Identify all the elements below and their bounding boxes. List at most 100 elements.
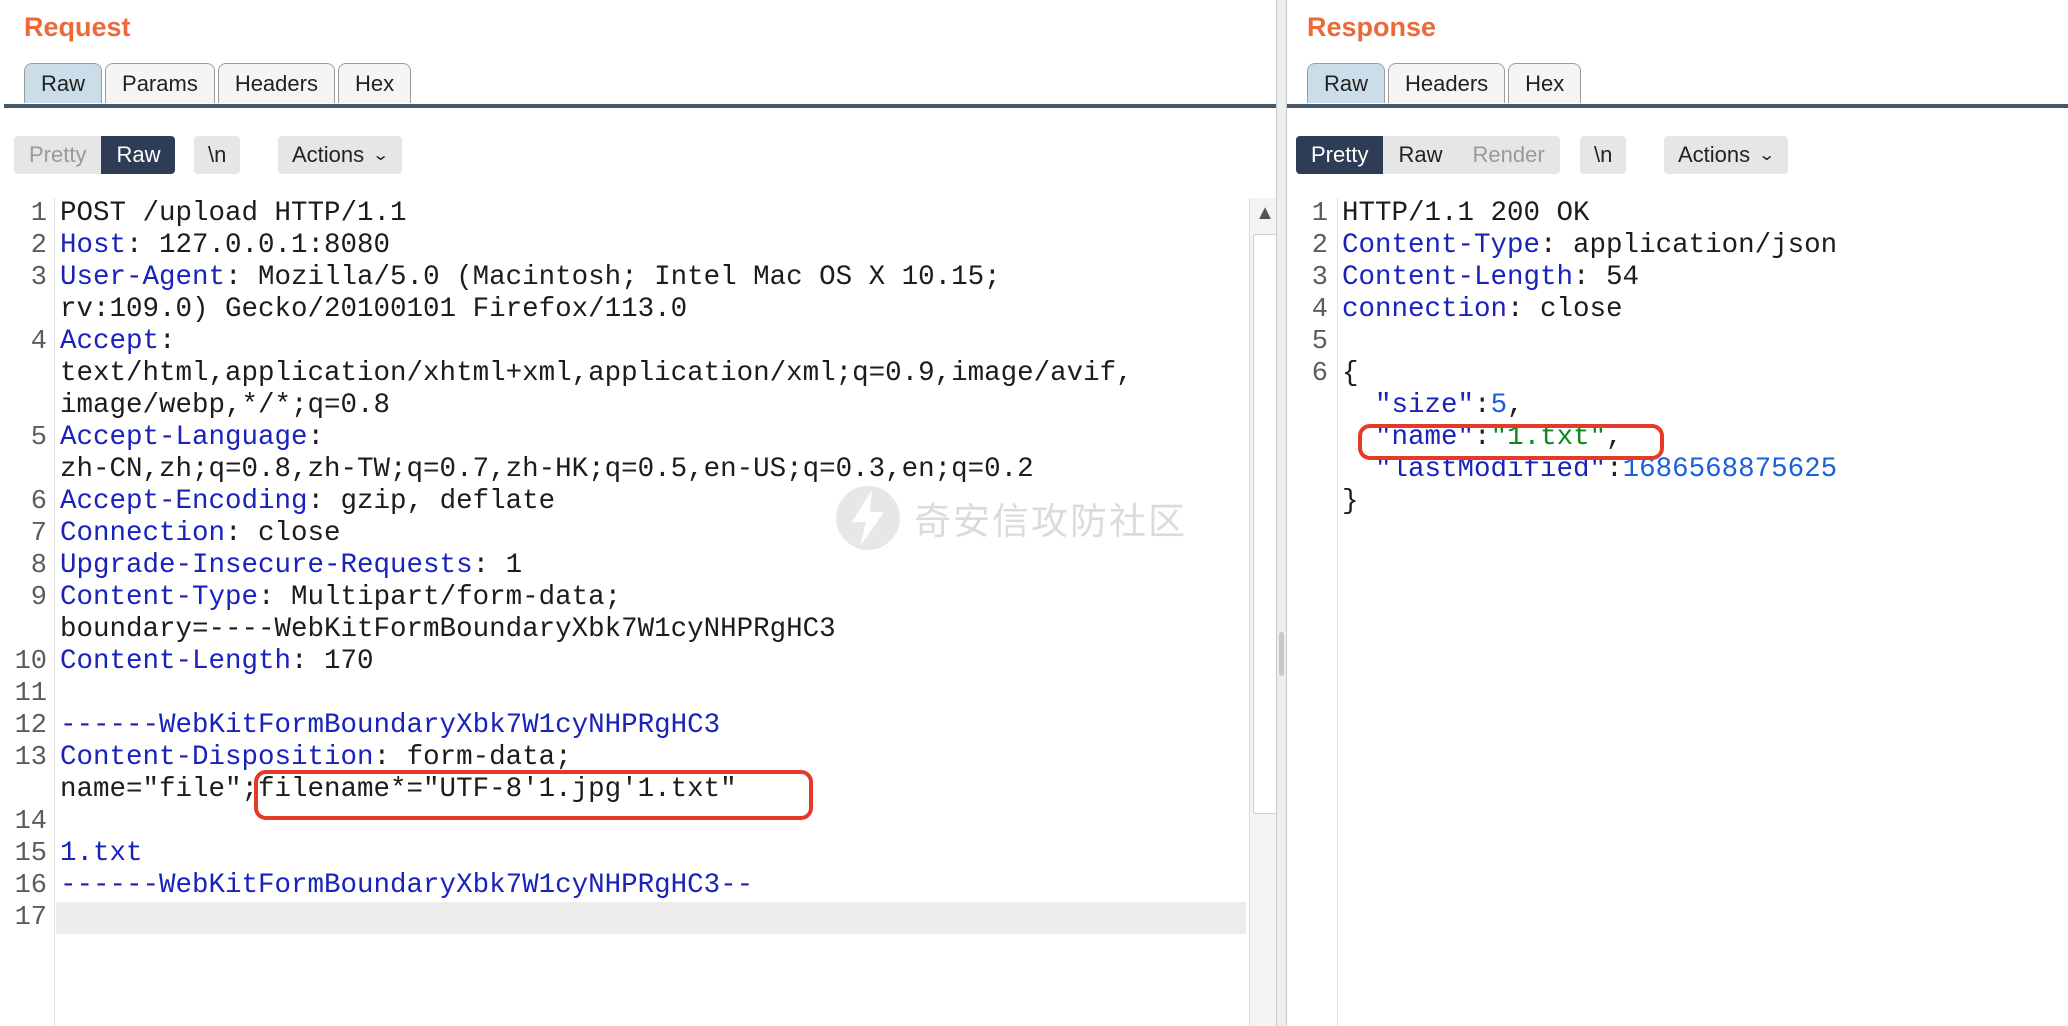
request-tab-underline [4,104,1280,108]
request-line-number: 11 [14,679,47,709]
response-line [1342,326,1837,358]
response-body-text: HTTP/1.1 200 OK Content-Type: application… [1342,198,1837,518]
request-tab-params[interactable]: Params [105,63,215,103]
request-token: User-Agent [60,262,226,293]
request-line [60,902,1133,934]
request-line-number: 5 [30,423,47,453]
request-line-number: 7 [30,519,47,549]
request-token: : 127.0.0.1:8080 [126,230,391,261]
response-token: 5 [1490,390,1508,421]
request-line: Accept-Language: [60,422,1133,454]
request-token: : Multipart/form-data; [258,582,622,613]
request-token: : close [225,518,341,549]
response-line: { [1342,358,1837,390]
request-editor[interactable]: 1 2 3 4 5 6 7 8 9 10 11 12 13 14 15 16 17 POST /upload H… [0,198,1280,1026]
response-pane: Response Raw Headers Hex Pretty Raw Rend… [1287,0,2068,1026]
response-tabs: Raw Headers Hex [1307,63,1582,103]
response-token: : [1474,390,1491,421]
response-toolbar: Pretty Raw Render \n Actions ⌄ [1287,132,2068,180]
request-line: text/html,application/xhtml+xml,applicat… [60,358,1133,390]
request-newline-toggle[interactable]: \n [194,136,241,174]
response-name-highlight-box [1358,424,1664,460]
response-line-number: 1 [1311,199,1328,229]
response-tab-underline [1287,104,2068,108]
response-line: Content-Length: 54 [1342,262,1837,294]
request-token: Accept [60,326,160,357]
request-line-number: 17 [14,903,47,933]
response-line: "size":5, [1342,390,1837,422]
request-token: text/html,application/xhtml+xml,applicat… [60,358,1133,389]
request-token: Accept-Language [60,422,308,453]
request-line: rv:109.0) Gecko/20100101 Firefox/113.0 [60,294,1133,326]
request-actions-button[interactable]: Actions ⌄ [278,136,402,174]
request-line-number: 3 [30,263,47,293]
request-token: : Mozilla/5.0 (Macintosh; Intel Mac OS X… [225,262,1001,293]
request-token: : gzip, deflate [307,486,556,517]
request-line-number: 1 [30,199,47,229]
request-line [60,678,1133,710]
response-newline-toggle[interactable]: \n [1580,136,1627,174]
response-raw-button[interactable]: Raw [1383,136,1458,174]
response-actions-label: Actions [1678,142,1751,167]
request-tab-raw[interactable]: Raw [24,63,103,103]
request-filename-highlight-box [254,770,813,820]
response-token: Content-Type [1342,230,1541,261]
request-token: boundary=----WebKitFormBoundaryXbk7W1cyN… [60,614,836,645]
response-line: connection: close [1342,294,1837,326]
request-token: Upgrade-Insecure-Requests [60,550,473,581]
request-tab-headers[interactable]: Headers [217,63,335,103]
request-token: : 170 [291,646,374,677]
request-token: : [159,326,176,357]
request-token: Content-Length [60,646,292,677]
response-actions-button[interactable]: Actions ⌄ [1664,136,1788,174]
request-line-number: 15 [14,839,47,869]
request-body-text: POST /upload HTTP/1.1 Host: 127.0.0.1:808… [60,198,1133,934]
request-line-number: 12 [14,711,47,741]
watermark-text: 奇安信攻防社区 [914,500,1187,543]
request-pretty-button[interactable]: Pretty [14,136,102,174]
request-line: boundary=----WebKitFormBoundaryXbk7W1cyN… [60,614,1133,646]
splitter-grip-handle[interactable] [1279,632,1284,676]
request-token: Content-Type [60,582,259,613]
response-title: Response [1307,12,1437,42]
response-token [1342,390,1375,421]
response-tab-raw[interactable]: Raw [1307,63,1386,103]
response-token: : 54 [1573,262,1640,293]
request-line: Content-Type: Multipart/form-data; [60,582,1133,614]
response-tab-headers[interactable]: Headers [1388,63,1506,103]
response-token: "size" [1375,390,1475,421]
request-view-toggle: Pretty Raw [14,136,176,174]
response-token: HTTP/1.1 200 OK [1342,198,1590,229]
request-token: rv:109.0) Gecko/20100101 Firefox/113.0 [60,294,688,325]
response-token: , [1507,390,1524,421]
request-title: Request [24,12,131,42]
request-token: ------WebKitFormBoundaryXbk7W1cyNHPRgHC3 [60,710,721,741]
response-line: } [1342,486,1837,518]
request-line: ------WebKitFormBoundaryXbk7W1cyNHPRgHC3… [60,870,1133,902]
request-scrollbar-thumb[interactable] [1253,234,1277,814]
request-line: ------WebKitFormBoundaryXbk7W1cyNHPRgHC3 [60,710,1133,742]
response-token: connection [1342,294,1508,325]
pane-splitter[interactable] [1276,0,1287,1026]
response-token: { [1342,358,1359,389]
request-token: : form-data; [373,742,572,773]
response-editor[interactable]: 123456 HTTP/1.1 200 OK Content-Type: appl… [1287,198,2068,1026]
request-raw-button[interactable]: Raw [101,136,176,174]
response-render-button[interactable]: Render [1457,136,1560,174]
response-pretty-button[interactable]: Pretty [1296,136,1384,174]
request-line-number: 6 [30,487,47,517]
request-tab-hex[interactable]: Hex [337,63,412,103]
request-line: POST /upload HTTP/1.1 [60,198,1133,230]
request-token: zh-CN,zh;q=0.8,zh-TW;q=0.7,zh-HK;q=0.5,e… [60,454,1034,485]
request-pane: Request Raw Params Headers Hex Pretty Ra… [0,0,1280,1026]
response-line: HTTP/1.1 200 OK [1342,198,1837,230]
request-token: Content-Disposition [60,742,374,773]
response-line: Content-Type: application/json [1342,230,1837,262]
response-tab-hex[interactable]: Hex [1508,63,1582,103]
request-line-number: 9 [30,583,47,613]
response-line-number: 6 [1311,359,1328,389]
request-line: image/webp,*/*;q=0.8 [60,390,1133,422]
request-token: Accept-Encoding [60,486,308,517]
request-line: Accept: [60,326,1133,358]
request-token: Host [60,230,127,261]
